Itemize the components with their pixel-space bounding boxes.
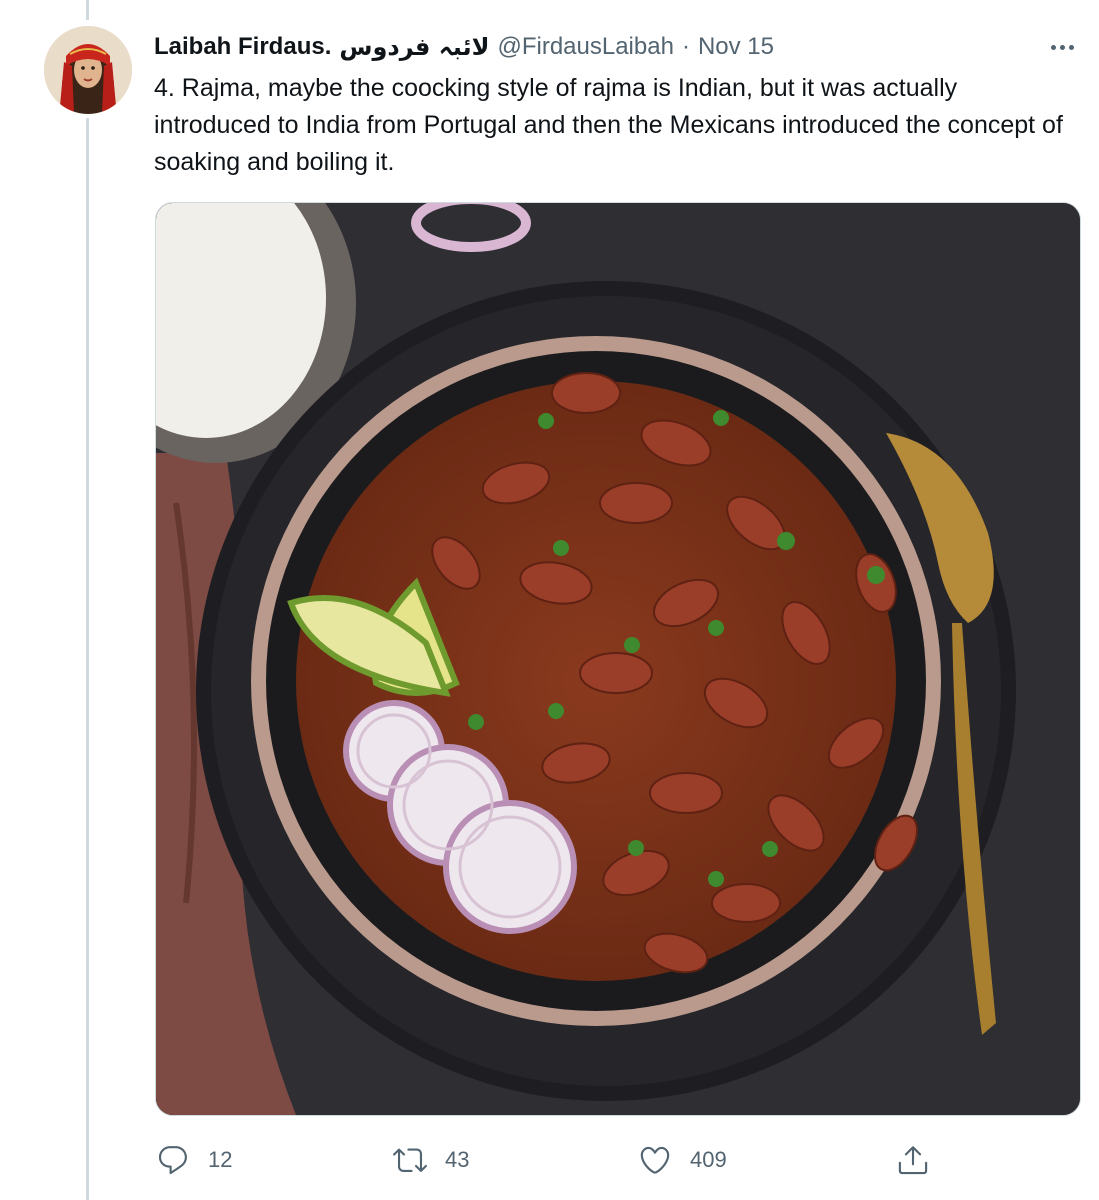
share-button[interactable] <box>896 1140 930 1180</box>
tweet-header: Laibah Firdaus. لائبہ فردوس @FirdausLaib… <box>154 30 774 64</box>
like-count: 409 <box>690 1147 727 1172</box>
retweet-icon <box>393 1148 427 1172</box>
tweet-photo[interactable] <box>155 202 1081 1116</box>
share-icon <box>898 1146 928 1175</box>
thread-connector <box>86 118 89 1200</box>
avatar-image <box>44 26 132 114</box>
avatar[interactable] <box>44 26 132 114</box>
photo-of-rajma-bowl <box>156 203 1080 1115</box>
retweet-button[interactable]: 43 <box>393 1140 469 1180</box>
separator-dot: · <box>681 33 690 60</box>
display-name[interactable]: Laibah Firdaus. <box>154 33 331 61</box>
heart-icon <box>640 1146 670 1174</box>
display-name-urdu[interactable]: لائبہ فردوس <box>339 33 489 61</box>
user-handle[interactable]: @FirdausLaibah <box>497 33 673 61</box>
tweet-date[interactable]: Nov 15 <box>698 33 774 61</box>
tweet-actions: 12 43 409 <box>0 1140 1099 1180</box>
reply-count: 12 <box>208 1147 233 1172</box>
reply-button[interactable]: 12 <box>156 1140 232 1180</box>
like-button[interactable]: 409 <box>638 1140 727 1180</box>
thread-connector-top <box>86 0 89 20</box>
reply-icon <box>158 1146 187 1175</box>
tweet-text: 4. Rajma, maybe the coocking style of ra… <box>154 74 1063 176</box>
more-options-icon[interactable] <box>1044 30 1080 64</box>
retweet-count: 43 <box>445 1147 470 1172</box>
